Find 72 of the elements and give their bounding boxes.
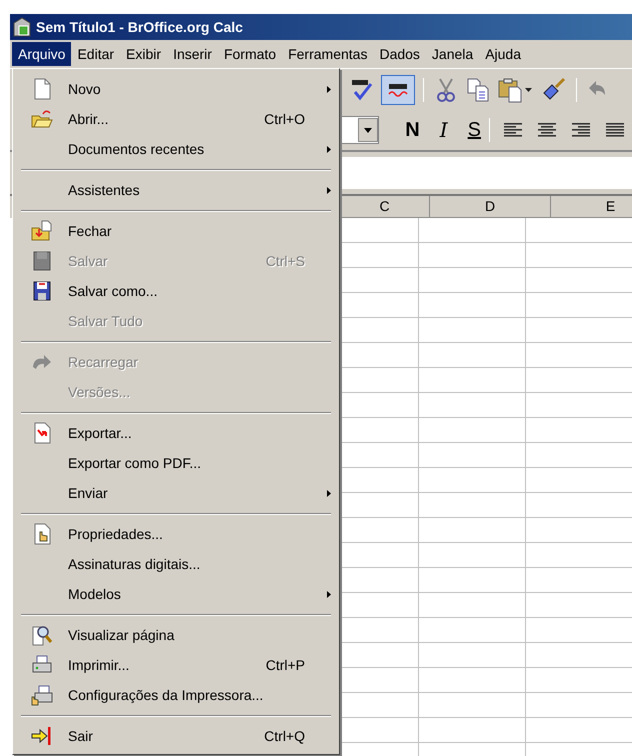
spreadsheet-app-icon (12, 17, 32, 37)
menu-item[interactable]: Enviar (15, 478, 337, 508)
dropdown-arrow-icon (364, 128, 372, 132)
menu-item[interactable]: Abrir... Ctrl+O (15, 104, 337, 134)
menu-bar-item[interactable]: Ferramentas (282, 42, 374, 66)
table-cell[interactable] (419, 218, 526, 243)
table-cell[interactable] (419, 618, 526, 643)
table-cell[interactable] (419, 393, 526, 418)
menu-item[interactable]: Propriedades... (15, 519, 337, 549)
menu-item[interactable]: Salvar como... (15, 276, 337, 306)
table-cell[interactable] (419, 368, 526, 393)
menu-item[interactable]: Assistentes (15, 175, 337, 205)
menu-bar-item[interactable]: Inserir (167, 42, 218, 66)
bold-button[interactable]: N (403, 120, 422, 140)
page-magnifier-icon (30, 624, 52, 646)
paintbrush-icon[interactable] (542, 76, 566, 102)
shortcut-label: Ctrl+P (266, 656, 306, 674)
menu-item[interactable]: Exportar... (15, 418, 337, 448)
menu-item[interactable]: Imprimir... Ctrl+P (15, 650, 337, 680)
menu-item[interactable]: Modelos (15, 579, 337, 609)
copy-icon[interactable] (466, 76, 490, 102)
menu-bar-item[interactable]: Janela (426, 42, 480, 66)
shortcut-label: Ctrl+S (266, 252, 306, 270)
table-cell[interactable] (419, 668, 526, 693)
table-cell[interactable] (419, 343, 526, 368)
table-cell[interactable] (419, 543, 526, 568)
underline-button[interactable]: S (466, 120, 483, 140)
open-folder-icon (30, 108, 52, 130)
menu-item[interactable]: Visualizar página (15, 620, 337, 650)
menu-item[interactable]: Configurações da Impressora... (15, 680, 337, 710)
table-cell[interactable] (419, 568, 526, 593)
align-center-icon[interactable] (537, 123, 557, 137)
exit-arrow-icon (30, 725, 52, 747)
window-title: Sem Título1 - BrOffice.org Calc (36, 18, 243, 37)
align-left-icon[interactable] (503, 123, 523, 137)
spellcheck-icon[interactable] (349, 78, 375, 102)
paste-icon[interactable] (498, 76, 534, 102)
shortcut-label: Ctrl+Q (264, 726, 306, 746)
menu-item[interactable]: Sair Ctrl+Q (15, 721, 337, 751)
printer-hand-icon (30, 684, 52, 706)
table-cell[interactable] (419, 318, 526, 343)
menu-item[interactable]: Fechar (15, 216, 337, 246)
table-cell[interactable] (419, 468, 526, 493)
menu-bar-item[interactable]: Arquivo (12, 42, 72, 66)
table-cell[interactable] (419, 518, 526, 543)
table-cell[interactable] (419, 243, 526, 268)
table-cell[interactable] (419, 418, 526, 443)
menu-item[interactable]: Assinaturas digitais... (15, 549, 337, 579)
table-cell[interactable] (419, 268, 526, 293)
autospell-toggle[interactable] (381, 74, 415, 104)
table-cell[interactable] (419, 593, 526, 618)
menu-bar-item[interactable]: Formato (218, 42, 282, 66)
table-cell[interactable] (419, 693, 526, 718)
table-cell[interactable] (419, 718, 526, 743)
menu-item[interactable]: Novo (15, 74, 337, 104)
menu-bar-item[interactable]: Editar (71, 42, 120, 66)
menu-bar-item[interactable]: Dados (373, 42, 426, 66)
align-right-icon[interactable] (571, 123, 591, 137)
menu-item[interactable]: Exportar como PDF... (15, 448, 337, 478)
menu-bar-item[interactable]: Ajuda (479, 42, 527, 66)
table-cell[interactable] (419, 493, 526, 518)
shortcut-label: Ctrl+O (264, 110, 306, 128)
menu-item[interactable]: Documentos recentes (15, 134, 337, 164)
menu-bar-item[interactable]: Exibir (120, 42, 168, 66)
table-cell[interactable] (419, 293, 526, 318)
formula-input[interactable] (340, 157, 632, 189)
italic-button[interactable]: I (438, 120, 450, 140)
close-document-icon (30, 220, 52, 242)
table-cell[interactable] (419, 643, 526, 668)
table-cell[interactable] (419, 443, 526, 468)
scissors-icon[interactable] (434, 76, 458, 102)
align-justify-icon[interactable] (605, 123, 625, 137)
